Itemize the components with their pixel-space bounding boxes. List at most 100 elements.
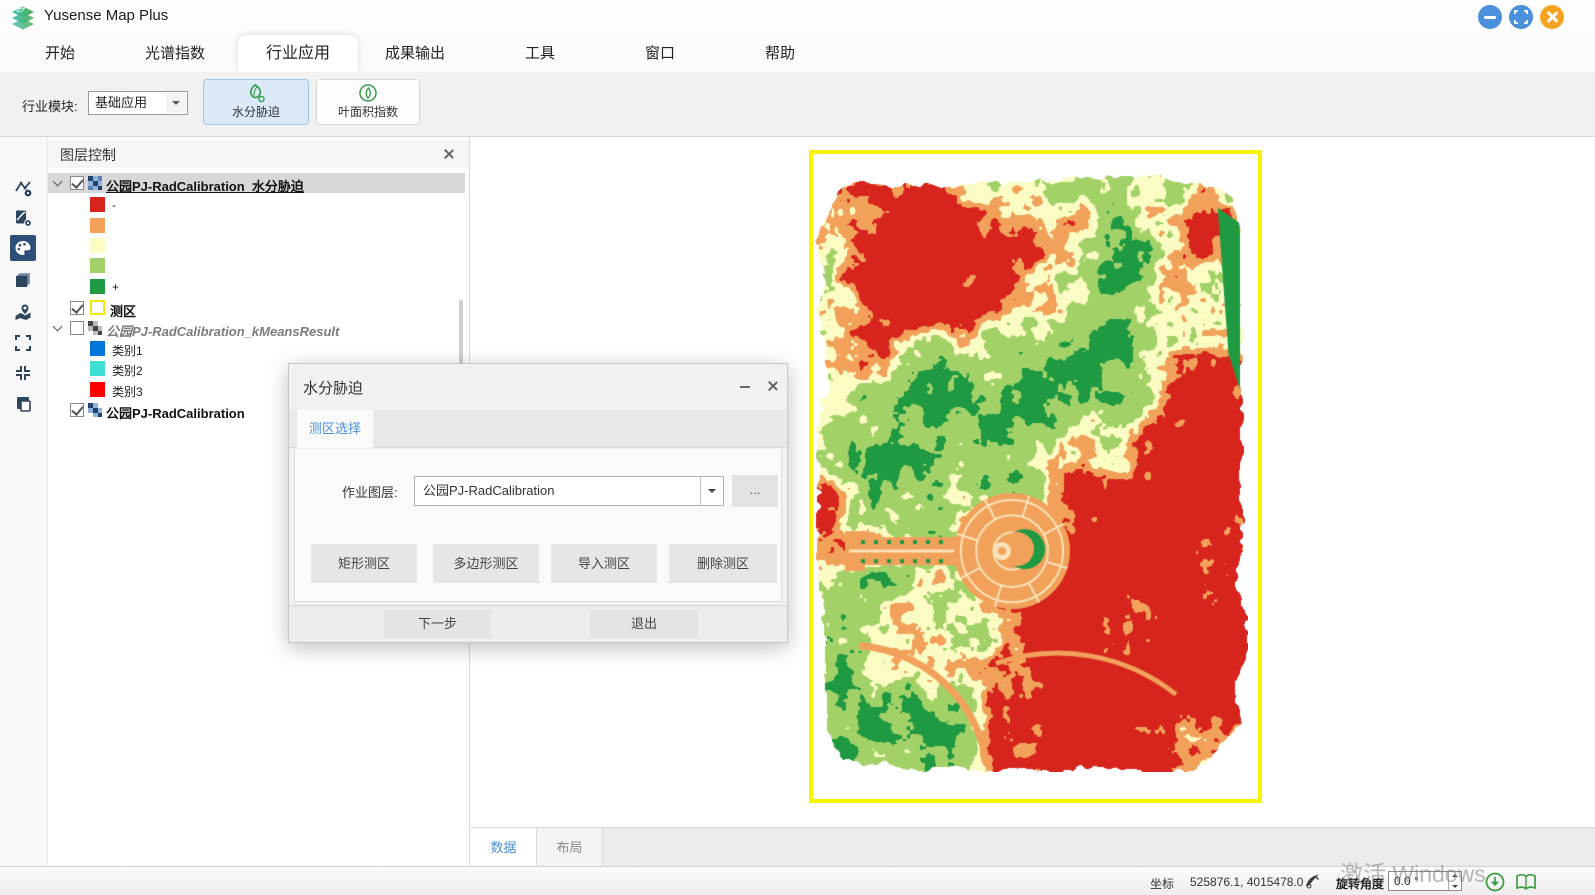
menu-item-tools[interactable]: 工具: [513, 35, 567, 72]
legend-swatch: [90, 197, 105, 212]
legend-label: 类别2: [112, 362, 143, 379]
dialog-footer: 下一步 退出: [289, 605, 787, 642]
polygon-zone-button[interactable]: 多边形测区: [433, 544, 539, 583]
status-bar: 坐标 525876.1, 4015478.0 旋转角度 0.0 °: [0, 866, 1595, 895]
import-zone-button[interactable]: 导入测区: [551, 544, 657, 583]
app-logo-icon: [8, 3, 38, 33]
layer-label: 公园PJ-RadCalibration: [106, 403, 245, 422]
leaf-area-index-tool-button[interactable]: 叶面积指数: [316, 79, 420, 125]
legend-label: 类别3: [112, 383, 143, 400]
legend-swatch: [90, 258, 105, 273]
raster-layer-icon: [88, 176, 102, 190]
layer-checkbox[interactable]: [70, 301, 84, 315]
module-select[interactable]: 基础应用: [88, 91, 188, 115]
spinner-arrows-icon[interactable]: [1448, 872, 1461, 890]
legend-swatch: [90, 218, 105, 233]
sketch-pen-icon[interactable]: [1303, 871, 1323, 891]
app-title: Yusense Map Plus: [44, 7, 168, 24]
water-stress-icon: [245, 83, 267, 103]
legend-swatch: [90, 279, 105, 294]
legend-swatch: [90, 238, 105, 253]
layers-icon[interactable]: [10, 267, 36, 293]
tab-zone-selection[interactable]: 测区选择: [297, 410, 373, 448]
leaf-area-index-label: 叶面积指数: [317, 103, 419, 120]
close-button[interactable]: [1540, 5, 1564, 29]
layer-row-kmeans[interactable]: 公园PJ-RadCalibration_kMeansResult: [48, 318, 469, 338]
layer-label: 公园PJ-RadCalibration_水分胁迫: [106, 176, 304, 195]
dialog-minimize-icon[interactable]: [737, 378, 753, 394]
legend-label: -: [112, 198, 116, 212]
coordinate-label: 坐标: [1150, 875, 1174, 892]
add-vector-layer-icon[interactable]: [10, 175, 36, 201]
tab-data[interactable]: 数据: [471, 828, 537, 867]
legend-swatch: [90, 341, 105, 356]
legend-row: -: [48, 195, 469, 215]
collapse-view-icon[interactable]: [10, 360, 36, 386]
layer-label: 公园PJ-RadCalibration_kMeansResult: [106, 321, 339, 340]
minimize-button[interactable]: [1478, 5, 1502, 29]
layer-checkbox[interactable]: [70, 321, 84, 335]
legend-swatch: [90, 382, 105, 397]
duplicate-view-icon[interactable]: [10, 391, 36, 417]
menu-item-spectral-index[interactable]: 光谱指数: [133, 35, 217, 72]
legend-row: [48, 256, 469, 276]
menu-item-help[interactable]: 帮助: [753, 35, 807, 72]
legend-row: [48, 216, 469, 236]
coordinate-value: 525876.1, 4015478.0: [1190, 875, 1303, 889]
module-select-value: 基础应用: [95, 95, 147, 110]
leaf-area-index-icon: [357, 83, 379, 103]
symbology-palette-icon[interactable]: [10, 235, 36, 261]
chevron-down-icon: [700, 477, 723, 505]
survey-zone-swatch: [90, 300, 105, 315]
layer-panel-close-icon[interactable]: [442, 147, 456, 161]
menu-item-output[interactable]: 成果输出: [373, 35, 457, 72]
legend-row: +: [48, 277, 469, 297]
locate-download-icon[interactable]: [1484, 871, 1506, 893]
layer-checkbox[interactable]: [70, 403, 84, 417]
work-layer-value: 公园PJ-RadCalibration: [423, 483, 555, 498]
dialog-close-icon[interactable]: [765, 378, 781, 394]
rotate-angle-value: 0.0 °: [1394, 874, 1419, 888]
dialog-title-bar[interactable]: 水分胁迫: [289, 364, 787, 410]
exit-button[interactable]: 退出: [590, 610, 698, 638]
layer-panel-header: 图层控制: [48, 140, 469, 168]
tool-sidebar: [0, 137, 48, 866]
water-stress-dialog: 水分胁迫 测区选择 作业图层: 公园PJ-RadCalibration ... …: [288, 363, 788, 643]
log-book-icon[interactable]: [1514, 871, 1538, 893]
legend-label: 类别1: [112, 342, 143, 359]
chevron-down-icon: [166, 93, 186, 113]
water-stress-tool-button[interactable]: 水分胁迫: [203, 79, 309, 125]
chevron-down-icon[interactable]: [54, 323, 62, 331]
water-stress-label: 水分胁迫: [204, 103, 308, 120]
menu-item-industry-apps[interactable]: 行业应用: [238, 35, 358, 72]
layer-checkbox[interactable]: [70, 176, 84, 190]
menu-item-start[interactable]: 开始: [33, 35, 87, 72]
app-window: Yusense Map Plus 开始 光谱指数 行业应用 成果输出 工具 窗口…: [0, 0, 1595, 895]
dialog-tab-bar: 测区选择: [289, 410, 787, 448]
work-layer-select[interactable]: 公园PJ-RadCalibration: [414, 476, 724, 506]
legend-row: 类别1: [48, 339, 469, 359]
legend-row: [48, 236, 469, 256]
rotate-angle-label: 旋转角度: [1336, 875, 1384, 892]
legend-swatch: [90, 361, 105, 376]
title-bar: Yusense Map Plus: [0, 0, 1595, 35]
raster-layer-icon: [88, 403, 102, 417]
rotate-angle-input[interactable]: 0.0 °: [1388, 871, 1462, 891]
layer-row-survey-zone[interactable]: 测区: [48, 298, 469, 318]
add-raster-layer-icon[interactable]: [10, 205, 36, 231]
layer-panel-title: 图层控制: [60, 145, 116, 165]
maximize-button[interactable]: [1509, 5, 1533, 29]
delete-zone-button[interactable]: 删除测区: [669, 544, 777, 583]
ribbon-toolbar: 行业模块: 基础应用 水分胁迫 叶面积指数: [0, 72, 1595, 137]
chevron-down-icon[interactable]: [54, 178, 62, 186]
tab-layout[interactable]: 布局: [537, 828, 603, 867]
dialog-title: 水分胁迫: [303, 377, 363, 398]
rect-zone-button[interactable]: 矩形测区: [311, 544, 417, 583]
map-pin-icon[interactable]: [10, 299, 36, 325]
layer-row-water-stress[interactable]: 公园PJ-RadCalibration_水分胁迫: [48, 173, 465, 193]
browse-button[interactable]: ...: [732, 475, 778, 507]
zoom-extent-icon[interactable]: [10, 330, 36, 356]
next-step-button[interactable]: 下一步: [384, 610, 491, 638]
raster-layer-icon: [88, 321, 102, 335]
menu-item-window[interactable]: 窗口: [633, 35, 687, 72]
